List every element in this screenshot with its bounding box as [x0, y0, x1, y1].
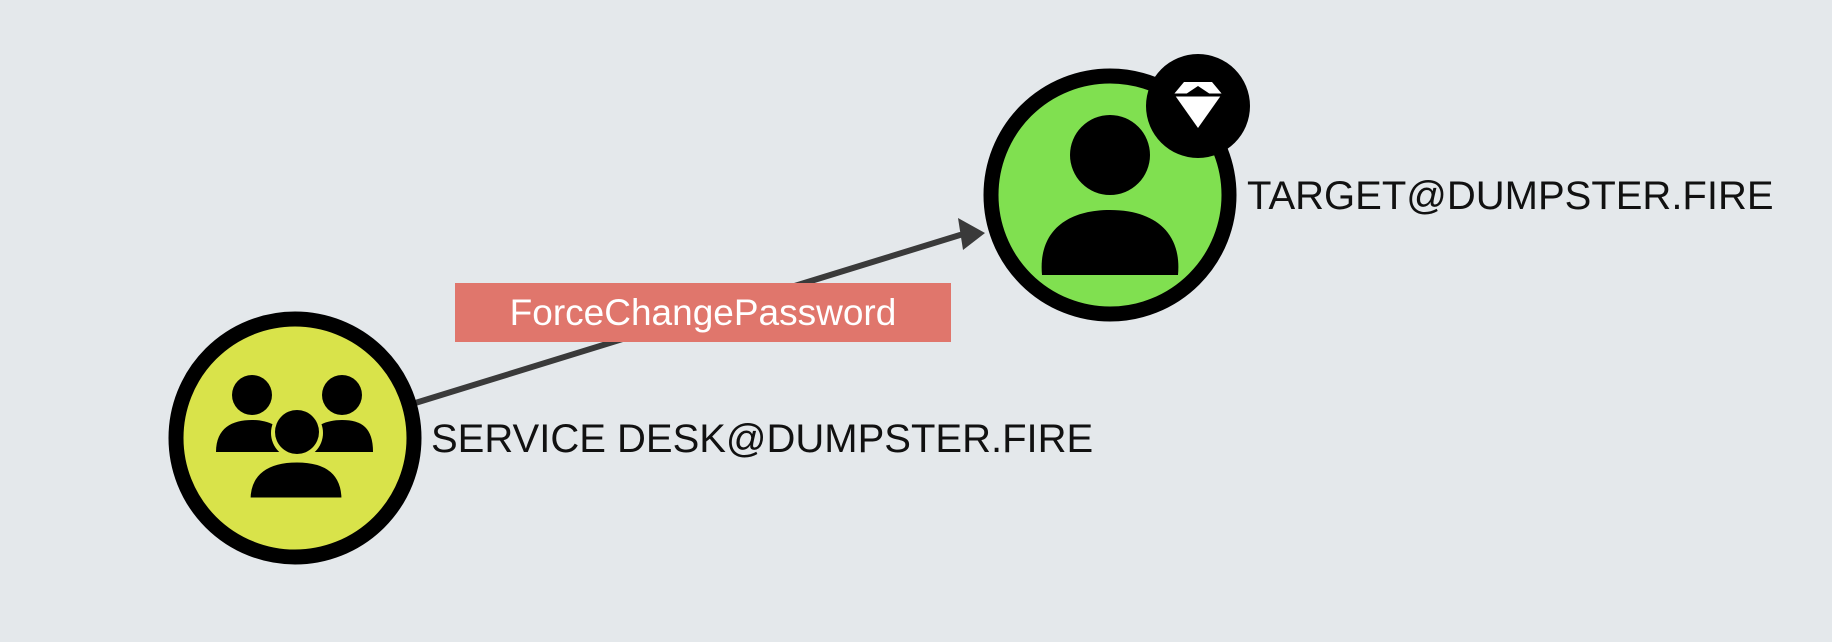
source-node-label: SERVICE DESK@DUMPSTER.FIRE — [431, 417, 1093, 461]
node-service-desk[interactable] — [168, 311, 422, 565]
diamond-gem-icon — [1146, 54, 1250, 158]
edge-label-group[interactable]: ForceChangePassword — [455, 283, 951, 342]
graph-svg: ForceChangePassword SERVICE DESK@DUMPSTE… — [168, 54, 1774, 565]
graph-canvas[interactable]: ForceChangePassword SERVICE DESK@DUMPSTE… — [0, 0, 1832, 642]
node-target[interactable] — [983, 54, 1250, 322]
edge-arrowhead — [958, 218, 985, 250]
target-node-label: TARGET@DUMPSTER.FIRE — [1247, 174, 1774, 218]
edge-label: ForceChangePassword — [510, 292, 897, 333]
